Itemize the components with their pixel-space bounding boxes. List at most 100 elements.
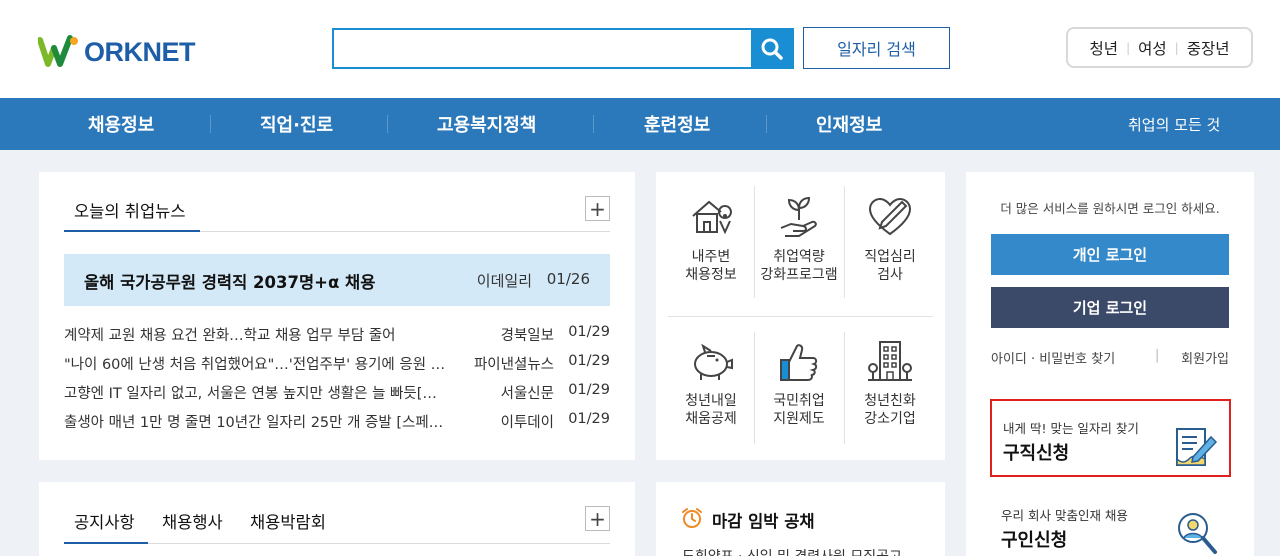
news-item-date: 01/29 [568, 411, 610, 427]
nav-item-training[interactable]: 훈련정보 [644, 98, 710, 150]
service-employability-program[interactable]: 취업역량 강화프로그램 [754, 194, 844, 284]
tab-notices[interactable]: 공지사항 [74, 509, 135, 533]
thumbs-up-icon [780, 344, 818, 381]
sprout-hand-icon [780, 196, 817, 237]
quick-link-youth[interactable]: 청년 [1090, 37, 1119, 59]
service-divider [668, 316, 933, 317]
news-more-button[interactable]: + [585, 196, 610, 221]
service-label: 국민취업 [773, 393, 825, 409]
nav-separator [766, 115, 767, 133]
plus-icon: + [589, 506, 606, 531]
headline-title: 올해 국가공무원 경력직 2037명+α 채용 [84, 273, 376, 292]
login-message: 더 많은 서비스를 원하시면 로그인 하세요. [1000, 201, 1220, 216]
nav-item-talent[interactable]: 인재정보 [816, 98, 882, 150]
nav-item-recruitment[interactable]: 채용정보 [88, 98, 154, 150]
card-subtitle: 우리 회사 맞춤인재 채용 [1001, 508, 1128, 523]
service-nearby-jobs[interactable]: 내주변 채용정보 [666, 194, 756, 284]
main-nav: 채용정보 직업·진로 고용복지정책 훈련정보 인재정보 취업의 모든 것 [0, 98, 1280, 150]
worknet-logo[interactable]: ORKNET [38, 34, 196, 70]
employer-application-card[interactable]: 우리 회사 맞춤인재 채용 구인신청 [990, 488, 1231, 556]
service-label: 강화프로그램 [760, 267, 838, 283]
building-icon [868, 341, 912, 381]
login-panel: 더 많은 서비스를 원하시면 로그인 하세요. 개인 로그인 기업 로그인 아이… [966, 172, 1254, 556]
search-box [332, 28, 794, 69]
talent-search-icon [1178, 513, 1217, 554]
news-item-source: 경북일보 [500, 328, 554, 344]
heart-pen-icon [868, 197, 912, 236]
news-headline[interactable]: 올해 국가공무원 경력직 2037명+α 채용 이데일리 01/26 [64, 254, 610, 306]
nav-item-career[interactable]: 직업·진로 [260, 98, 333, 150]
notice-more-button[interactable]: + [585, 506, 610, 531]
personal-login-button[interactable]: 개인 로그인 [991, 234, 1229, 275]
tab-rule [148, 543, 610, 544]
worknet-logo-w-icon [38, 35, 78, 67]
tab-recruit-events[interactable]: 채용행사 [162, 509, 223, 533]
service-label: 청년친화 [864, 393, 916, 409]
news-item-title: 고향엔 IT 일자리 없고, 서울은 연봉 높지만 생활은 늘 빠듯[… [64, 386, 437, 402]
service-label: 강소기업 [864, 411, 916, 427]
service-label: 내주변 [691, 249, 731, 265]
service-panel: 내주변 채용정보 취업역량 강화프로그램 직업심리 검사 청년내일 채움공제 국… [656, 172, 945, 460]
card-title: 구인신청 [1001, 530, 1068, 551]
news-item-title: 계약제 교원 채용 요건 완화…학교 채용 업무 부담 줄어 [64, 328, 396, 344]
tab-rule [200, 231, 610, 232]
card-title: 구직신청 [1003, 443, 1070, 464]
service-national-employment-support[interactable]: 국민취업 지원제도 [754, 338, 844, 428]
piggy-bank-icon [694, 343, 733, 380]
deadline-panel: 마감 임박 공채 도휘양포 · 신입 및 경력사원 모집공고 [656, 482, 945, 556]
service-label: 지원제도 [773, 411, 825, 427]
tab-job-fairs[interactable]: 채용박람회 [250, 509, 326, 533]
service-youth-friendly-companies[interactable]: 청년친화 강소기업 [845, 338, 935, 428]
nav-all-about-employment[interactable]: 취업의 모든 것 [1128, 98, 1220, 150]
find-id-password-link[interactable]: 아이디 · 비밀번호 찾기 [991, 348, 1115, 367]
card-subtitle: 내게 딱! 맞는 일자리 찾기 [1003, 421, 1139, 436]
nav-item-welfare-policy[interactable]: 고용복지정책 [437, 98, 536, 150]
tab-active-underline [64, 230, 200, 232]
search-input[interactable] [334, 30, 752, 67]
deadline-item[interactable]: 도휘양포 · 신입 및 경력사원 모집공고 [682, 546, 922, 556]
nav-separator [593, 115, 594, 133]
plus-icon: + [589, 196, 606, 221]
news-item-title: 출생아 매년 1만 명 줄면 10년간 일자리 25만 개 증발 [스페… [64, 415, 444, 431]
news-item[interactable]: 출생아 매년 1만 명 줄면 10년간 일자리 25만 개 증발 [스페… 이투… [64, 411, 610, 433]
news-item-source: 이투데이 [500, 415, 554, 431]
company-login-button[interactable]: 기업 로그인 [991, 287, 1229, 328]
service-vocational-test[interactable]: 직업심리 검사 [845, 194, 935, 284]
alarm-clock-icon [682, 508, 702, 528]
service-label: 채용정보 [685, 267, 737, 283]
service-label: 취업역량 [773, 249, 825, 265]
tab-today-news[interactable]: 오늘의 취업뉴스 [74, 198, 186, 222]
news-item[interactable]: 고향엔 IT 일자리 없고, 서울은 연봉 높지만 생활은 늘 빠듯[… 서울신… [64, 382, 610, 404]
sign-up-link[interactable]: 회원가입 [1181, 348, 1229, 367]
job-search-button[interactable]: 일자리 검색 [803, 27, 950, 69]
search-button[interactable] [751, 30, 792, 67]
news-item-source: 서울신문 [500, 386, 554, 402]
news-item[interactable]: "나이 60에 난생 처음 취업했어요"…'전업주부' 용기에 응원 … 파이낸… [64, 353, 610, 375]
link-separator: | [1155, 348, 1160, 363]
quick-link-separator: | [1174, 40, 1179, 55]
news-item-title: "나이 60에 난생 처음 취업했어요"…'전업주부' 용기에 응원 … [64, 357, 446, 373]
quick-link-women[interactable]: 여성 [1138, 37, 1167, 59]
document-pen-icon [1176, 428, 1218, 466]
service-label: 채움공제 [685, 411, 737, 427]
news-item-source: 파이낸셜뉴스 [473, 357, 554, 373]
headline-source: 이데일리 [476, 272, 532, 290]
news-item-date: 01/29 [568, 324, 610, 340]
news-item[interactable]: 계약제 교원 채용 요건 완화…학교 채용 업무 부담 줄어 경북일보 01/2… [64, 324, 610, 346]
service-youth-savings[interactable]: 청년내일 채움공제 [666, 338, 756, 428]
news-panel: 오늘의 취업뉴스 + 올해 국가공무원 경력직 2037명+α 채용 이데일리 … [39, 172, 635, 460]
house-location-icon [692, 200, 732, 235]
logo-text: ORKNET [84, 36, 196, 67]
deadline-title[interactable]: 마감 임박 공채 [712, 508, 815, 532]
tab-active-underline [64, 542, 148, 544]
quick-link-middle-aged[interactable]: 중장년 [1187, 37, 1230, 59]
service-label: 직업심리 [864, 249, 916, 265]
news-item-date: 01/29 [568, 353, 610, 369]
job-seeker-application-card[interactable]: 내게 딱! 맞는 일자리 찾기 구직신청 [990, 399, 1231, 477]
quick-link-separator: | [1126, 40, 1131, 55]
nav-separator [387, 115, 388, 133]
service-label: 검사 [877, 267, 903, 283]
nav-separator [210, 115, 211, 133]
headline-date: 01/26 [546, 270, 590, 288]
search-icon [761, 38, 783, 60]
